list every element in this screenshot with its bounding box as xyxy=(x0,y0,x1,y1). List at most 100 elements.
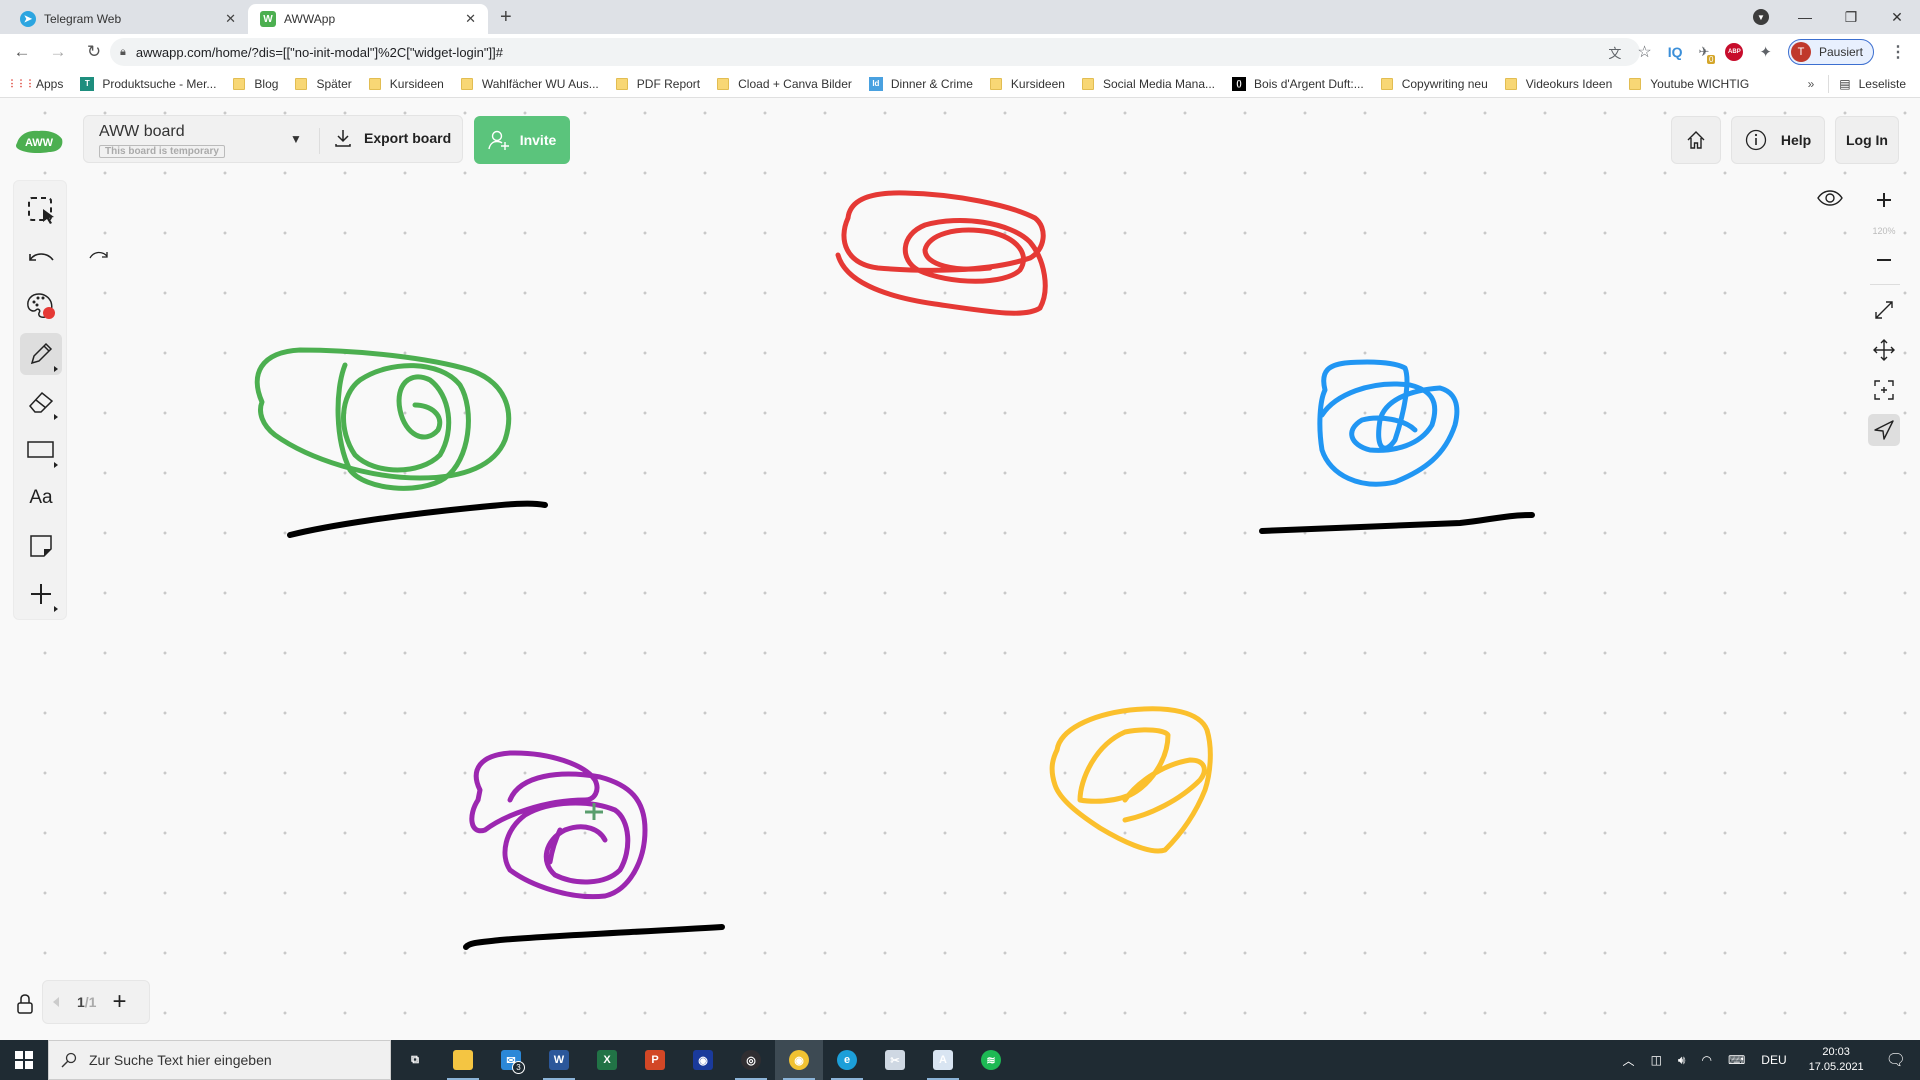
chevron-down-icon[interactable]: ▼ xyxy=(290,132,302,146)
taskbar-app-mail[interactable]: ✉ 3 xyxy=(487,1040,535,1080)
reading-list-button[interactable]: Leseliste xyxy=(1859,77,1906,91)
help-button[interactable]: Help xyxy=(1731,116,1825,164)
input-language[interactable]: DEU xyxy=(1761,1053,1786,1067)
avatar: T xyxy=(1790,42,1811,62)
zoom-out-button[interactable] xyxy=(1868,244,1900,276)
taskbar-app-excel[interactable]: X xyxy=(583,1040,631,1080)
zoom-in-button[interactable] xyxy=(1868,184,1900,216)
home-button[interactable] xyxy=(1671,116,1721,164)
tab-telegram[interactable]: ➤ Telegram Web ✕ xyxy=(8,4,248,34)
select-tool[interactable] xyxy=(20,189,62,231)
text-tool[interactable]: Aa xyxy=(20,477,62,519)
sticky-note-tool[interactable] xyxy=(20,525,62,567)
taskbar-app-edge[interactable]: e xyxy=(823,1040,871,1080)
bookmark-item[interactable]: Wahlfächer WU Aus... xyxy=(460,77,599,91)
start-button[interactable] xyxy=(0,1040,48,1080)
tab-search-icon[interactable]: ▼ xyxy=(1753,9,1769,25)
bookmark-item[interactable]: Id Dinner & Crime xyxy=(868,76,973,91)
back-icon[interactable]: ← xyxy=(6,42,38,62)
pan-button[interactable] xyxy=(1868,334,1900,366)
aww-logo[interactable]: AWW xyxy=(14,127,64,155)
add-tool[interactable] xyxy=(20,573,62,615)
notification-center-icon[interactable]: 🗨︎ xyxy=(1886,1050,1906,1070)
restore-icon[interactable]: ❐ xyxy=(1828,9,1874,26)
view-mode-button[interactable] xyxy=(1815,183,1845,213)
whiteboard-canvas[interactable] xyxy=(0,99,1920,1040)
forward-icon[interactable]: → xyxy=(42,42,74,62)
bookmark-label: Social Media Mana... xyxy=(1102,76,1216,91)
bookmark-item[interactable]: PDF Report xyxy=(615,77,700,91)
camera-icon[interactable]: ◫ xyxy=(1651,1053,1662,1067)
bookmark-item[interactable]: Kursideen xyxy=(368,77,444,91)
taskbar-app-wordpad[interactable]: A xyxy=(919,1040,967,1080)
reload-icon[interactable]: ↻ xyxy=(78,42,110,62)
network-icon[interactable]: ◠ xyxy=(1701,1053,1711,1067)
adblock-icon[interactable]: ABP xyxy=(1725,43,1744,61)
bookmark-item[interactable]: () Bois d'Argent Duft:... xyxy=(1232,76,1364,91)
rectangle-icon xyxy=(27,441,54,458)
taskbar-app-powerpoint[interactable]: P xyxy=(631,1040,679,1080)
bookmark-item[interactable]: Social Media Mana... xyxy=(1081,76,1216,91)
address-bar[interactable]: 🔒︎ awwapp.com/home/?dis=[["no-init-modal… xyxy=(110,38,1640,66)
taskbar-app-obs[interactable]: ◎ xyxy=(727,1040,775,1080)
tab-awwapp[interactable]: W AWWApp ✕ xyxy=(248,4,488,34)
taskbar-app-spotify[interactable]: ≋ xyxy=(967,1040,1015,1080)
shape-tool[interactable] xyxy=(20,429,62,471)
invite-button[interactable]: Invite xyxy=(474,116,570,164)
taskbar-app-audacity[interactable]: ◉ xyxy=(679,1040,727,1080)
taskbar-app-file-explorer[interactable] xyxy=(439,1040,487,1080)
windows-logo-icon xyxy=(15,1051,33,1069)
volume-icon[interactable]: 🔊︎ xyxy=(1678,1053,1686,1068)
bookmark-item[interactable]: Später xyxy=(295,77,352,91)
taskbar-app-snipping-tool[interactable]: ✂ xyxy=(871,1040,919,1080)
close-tab-icon[interactable]: ✕ xyxy=(465,11,476,27)
board-name[interactable]: AWW board xyxy=(99,123,185,141)
keyboard-icon[interactable]: ⌨ xyxy=(1728,1053,1745,1067)
bookmarks-overflow-button[interactable]: » xyxy=(1808,77,1815,91)
bookmark-item[interactable]: Videokurs Ideen xyxy=(1504,77,1612,91)
taskbar-search-input[interactable]: Zur Suche Text hier eingeben xyxy=(48,1040,391,1080)
bookmark-item[interactable]: Kursideen xyxy=(989,77,1065,91)
eraser-tool[interactable] xyxy=(20,381,62,423)
follow-pointer-button[interactable] xyxy=(1868,414,1900,446)
color-picker-tool[interactable] xyxy=(20,285,62,327)
bookmark-item[interactable]: T Produktsuche - Mer... xyxy=(80,76,216,91)
login-button[interactable]: Log In xyxy=(1835,116,1899,164)
download-icon xyxy=(335,130,351,147)
board-selector[interactable]: AWW board This board is temporary ▼ Expo… xyxy=(83,115,463,163)
profile-button[interactable]: T Pausiert xyxy=(1787,39,1874,65)
zoom-controls: 120% xyxy=(1868,180,1900,450)
pen-tool[interactable] xyxy=(20,333,62,375)
add-page-button[interactable]: + xyxy=(112,990,126,1014)
eye-icon xyxy=(1817,190,1843,206)
close-tab-icon[interactable]: ✕ xyxy=(225,11,236,27)
bookmark-item[interactable]: Cload + Canva Bilder xyxy=(717,77,852,91)
clock[interactable]: 20:03 17.05.2021 xyxy=(1809,1045,1864,1075)
previous-page-icon[interactable] xyxy=(53,997,59,1007)
eraser-icon xyxy=(29,391,54,413)
undo-button[interactable] xyxy=(20,237,62,279)
translate-icon[interactable]: 文 xyxy=(1608,43,1621,62)
lock-board-button[interactable] xyxy=(16,993,34,1020)
taskbar-app-chrome[interactable]: ◉ xyxy=(775,1040,823,1080)
extension-bird-icon[interactable]: ✈ 0 xyxy=(1698,44,1716,64)
bookmark-item[interactable]: Youtube WICHTIG xyxy=(1629,77,1749,91)
telegram-icon: ➤ xyxy=(20,11,36,27)
show-hidden-icons[interactable]: ︿ xyxy=(1623,1052,1635,1069)
minimize-icon[interactable]: — xyxy=(1782,9,1828,25)
bookmark-item[interactable]: Blog xyxy=(233,77,278,91)
bookmark-star-icon[interactable]: ☆ xyxy=(1637,42,1651,62)
new-tab-button[interactable]: + xyxy=(500,6,512,29)
taskbar-app-task-view[interactable]: ⧉ xyxy=(391,1040,439,1080)
close-window-icon[interactable]: ✕ xyxy=(1874,9,1920,26)
extensions-puzzle-icon[interactable]: ✦ xyxy=(1759,43,1772,61)
browser-menu-icon[interactable]: ⋮ xyxy=(1890,42,1906,62)
taskbar-app-word[interactable]: W xyxy=(535,1040,583,1080)
bookmark-item[interactable]: Copywriting neu xyxy=(1380,77,1488,91)
export-board-button[interactable]: Export board xyxy=(334,128,451,148)
fullscreen-button[interactable] xyxy=(1868,294,1900,326)
bookmark-item[interactable]: ⋮⋮⋮ Apps xyxy=(8,77,64,91)
center-view-button[interactable] xyxy=(1868,374,1900,406)
redo-button[interactable] xyxy=(84,240,114,270)
iq-extension-icon[interactable]: IQ xyxy=(1668,44,1683,60)
